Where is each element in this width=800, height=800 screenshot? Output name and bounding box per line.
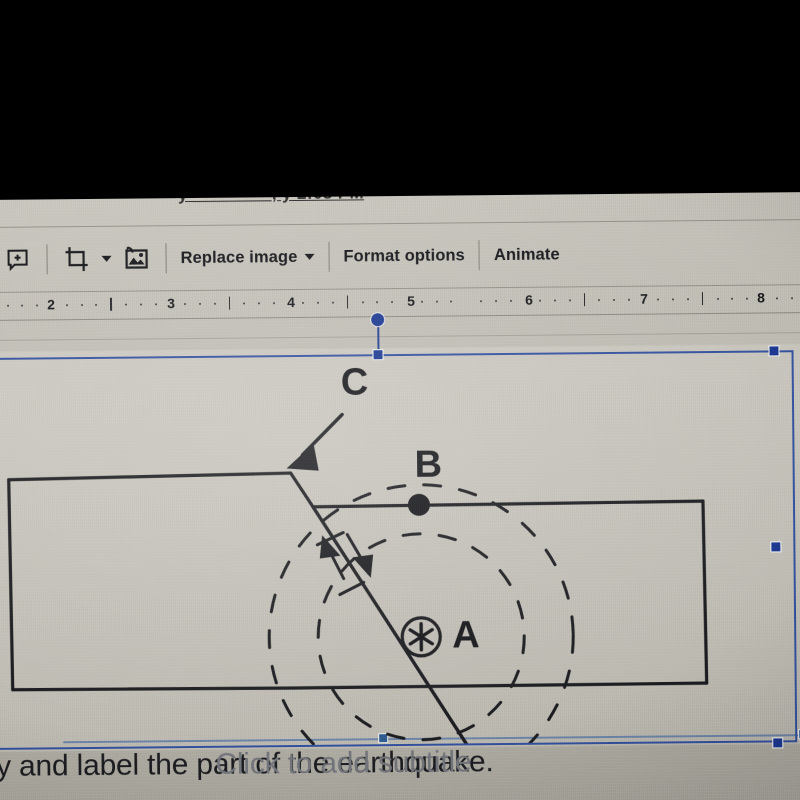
format-options-button[interactable]: Format options: [339, 246, 469, 266]
crop-shapes-dropdown-caret-icon[interactable]: [95, 240, 117, 278]
image-mask-icon[interactable]: [117, 239, 155, 277]
image-toolbar[interactable]: Replace image Format options Animate: [0, 222, 800, 290]
ruler-dot: [746, 297, 749, 300]
ruler-number-5: 5: [407, 292, 415, 309]
ruler-dot: [613, 298, 616, 301]
ruler-dot: [687, 298, 690, 301]
toolbar-divider: [478, 240, 481, 271]
ruler-dot: [716, 297, 719, 300]
ruler-tick: [110, 297, 112, 311]
ruler-dot: [539, 299, 542, 302]
canvas-top-divider: [0, 332, 800, 341]
toolbar-divider: [328, 241, 330, 272]
ruler-dot: [672, 298, 675, 301]
comment-box-plus-icon[interactable]: [0, 240, 37, 278]
ruler-dot: [568, 299, 571, 302]
animate-label: Animate: [493, 244, 560, 264]
ruler-tick: [701, 292, 704, 306]
resize-handle-top-right[interactable]: [768, 345, 780, 357]
ruler-dot: [80, 304, 83, 307]
ruler-number-4: 4: [287, 294, 295, 311]
subtitle-placeholder-text[interactable]: Click to add subtitle: [215, 745, 471, 781]
ruler-dot: [376, 301, 379, 304]
ruler-dot: [198, 302, 201, 305]
photographed-screen: y ________, y 2:08 PM Replace image Form…: [0, 0, 800, 800]
ruler-dot: [450, 300, 453, 303]
ruler-dot: [6, 304, 9, 307]
ruler-tick: [346, 295, 349, 309]
ruler-dot: [139, 303, 142, 306]
ruler-dot: [317, 301, 320, 304]
animate-button[interactable]: Animate: [490, 245, 564, 265]
ruler-number-2: 2: [47, 296, 55, 313]
ruler-tick: [583, 293, 586, 307]
slides-editor-window: y ________, y 2:08 PM Replace image Form…: [0, 192, 800, 800]
ruler-dot: [361, 301, 364, 304]
ruler-dot: [553, 299, 556, 302]
ruler-dot: [302, 301, 305, 304]
resize-handle-top-center[interactable]: [372, 349, 384, 361]
resize-handle-middle-right[interactable]: [770, 541, 782, 553]
ruler-number-3: 3: [167, 295, 175, 312]
ruler-dot: [36, 304, 39, 307]
ruler-number-7: 7: [640, 290, 648, 307]
ruler-tick: [228, 296, 231, 310]
ruler-dot: [479, 300, 482, 303]
toolbar-divider: [165, 243, 167, 274]
ruler-dot: [272, 302, 275, 305]
ruler-dot: [598, 299, 601, 302]
ruler-dot: [494, 300, 497, 303]
ruler-dot: [420, 300, 423, 303]
ruler-dot: [21, 304, 24, 307]
rotate-handle[interactable]: [370, 312, 386, 328]
image-selection-frame[interactable]: [0, 350, 798, 751]
ruler-dot: [258, 302, 261, 305]
ruler-dot: [790, 297, 793, 300]
toolbar-divider: [46, 244, 48, 275]
ruler-dot: [731, 297, 734, 300]
ruler-dot: [124, 303, 127, 306]
crop-icon[interactable]: [57, 240, 95, 278]
replace-image-button[interactable]: Replace image: [176, 247, 318, 267]
ruler-dot: [391, 301, 394, 304]
ruler-dot: [95, 303, 98, 306]
ruler-dot: [213, 302, 216, 305]
ruler-dot: [154, 303, 157, 306]
ruler-dot: [184, 303, 187, 306]
replace-image-label: Replace image: [180, 247, 298, 267]
chevron-down-icon: [304, 253, 315, 260]
ruler-dot: [65, 304, 68, 307]
ruler-dot: [775, 297, 778, 300]
ruler-dot: [332, 301, 335, 304]
ruler-dot: [435, 300, 438, 303]
format-options-label: Format options: [343, 245, 465, 266]
ruler-dot: [509, 299, 512, 302]
clipped-timestamp: y ________, y 2:08 PM: [177, 192, 365, 205]
ruler-dot: [627, 298, 630, 301]
resize-handle-bottom-right[interactable]: [772, 737, 784, 749]
ruler-dot: [243, 302, 246, 305]
ruler-number-8: 8: [757, 289, 765, 306]
ruler-dot: [657, 298, 660, 301]
ruler-number-6: 6: [525, 291, 533, 308]
